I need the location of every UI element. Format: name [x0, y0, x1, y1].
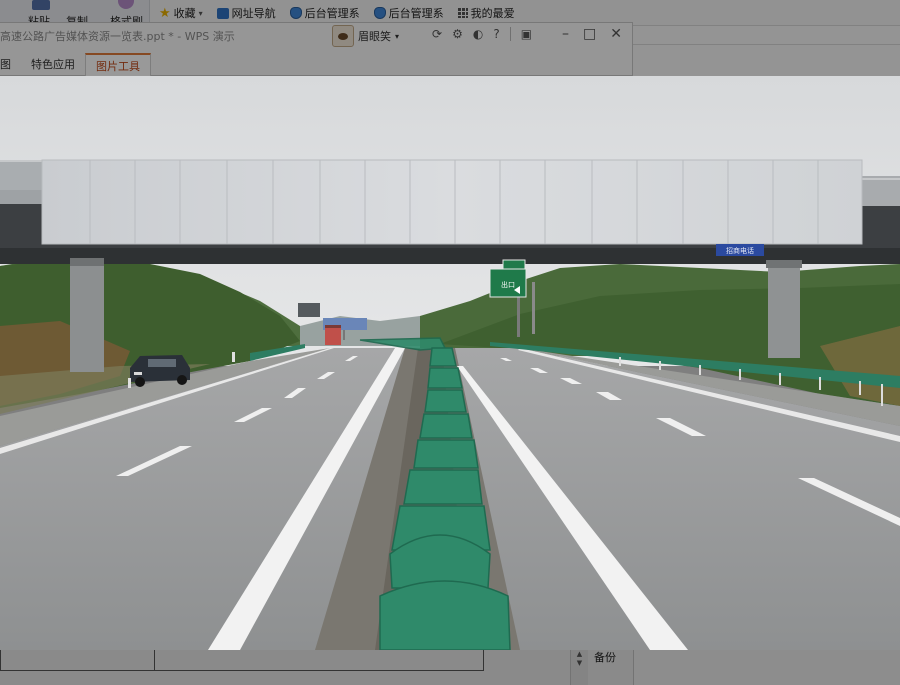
- highway-photo: 招商电话 出口: [0, 76, 900, 650]
- screen: 粘贴 复制 格式刷 ★ 收藏 ▾ 网址导航 后台管理系 后台管理系: [0, 0, 900, 685]
- exit-sign: 出口: [501, 280, 515, 289]
- billboard-plate: 招商电话: [726, 246, 754, 255]
- image-preview[interactable]: 招商电话 出口: [0, 76, 900, 650]
